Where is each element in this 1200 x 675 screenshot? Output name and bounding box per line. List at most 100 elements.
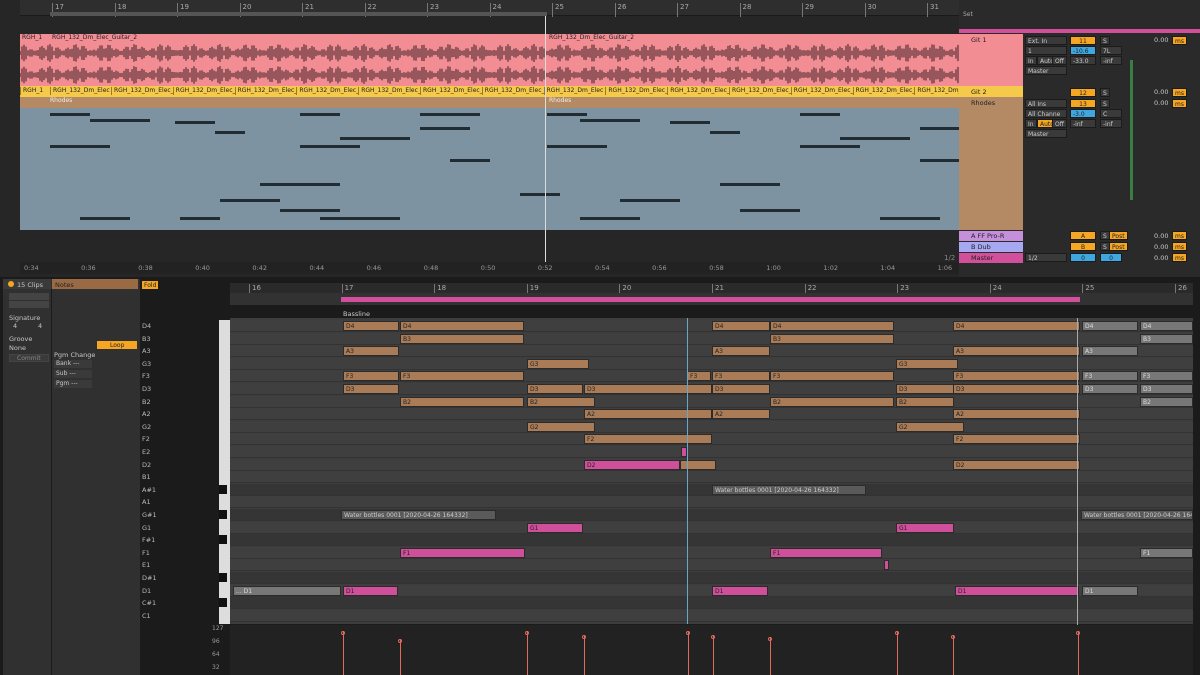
midi-note[interactable]: Water bottles 0001 [2020-04-26 164332] <box>712 484 866 495</box>
key-row[interactable] <box>230 357 1193 370</box>
midi-note[interactable]: D3 <box>1082 384 1138 394</box>
velocity-bar[interactable] <box>584 635 585 675</box>
solo-button[interactable]: S <box>1100 36 1110 45</box>
midi-note[interactable]: G1 <box>896 522 954 533</box>
velocity-handle[interactable] <box>525 631 529 635</box>
key-row[interactable] <box>230 420 1193 433</box>
midi-note[interactable]: D1 <box>343 585 398 596</box>
velocity-handle[interactable] <box>582 635 586 639</box>
clip-name[interactable]: RGH_132_Dm_Elec_Gu <box>852 87 914 95</box>
bank-field[interactable]: Bank --- <box>54 360 92 368</box>
track-header-rhodes[interactable] <box>959 97 1023 230</box>
clip-name[interactable]: RGH_132_Dm_Elec_G <box>234 87 296 95</box>
midi-note[interactable]: Water bottles 0001 [2020-04-26 164332] <box>341 510 496 520</box>
solo-button[interactable]: S <box>1100 88 1110 97</box>
monitor-off[interactable]: Off <box>1052 56 1067 65</box>
clip-name[interactable]: RGH_132_Dm_Elec_G <box>420 87 482 95</box>
input-channel-select[interactable]: All Channe <box>1025 109 1067 118</box>
clip-name[interactable]: RGH_132_Dm_Elec_Gu <box>481 87 544 95</box>
velocity-handle[interactable] <box>686 631 690 635</box>
clip-name[interactable]: RGH_132_Dm_Elec <box>50 87 111 95</box>
send-a-field[interactable]: -33.0 <box>1070 56 1096 65</box>
midi-note[interactable]: F3 <box>953 371 1080 382</box>
midi-note[interactable]: A3 <box>343 346 399 357</box>
clip-name[interactable]: Rhodes <box>547 97 959 105</box>
key-row[interactable] <box>230 496 1193 509</box>
solo-button[interactable]: S <box>1100 99 1110 108</box>
black-key[interactable] <box>219 510 227 519</box>
loop-region[interactable] <box>341 297 1080 302</box>
groove-select[interactable]: None <box>9 344 26 352</box>
volume-field[interactable]: -3.0 <box>1070 109 1096 118</box>
clip-color-select[interactable] <box>9 301 49 308</box>
velocity-handle[interactable] <box>398 639 402 643</box>
midi-note[interactable]: D1 <box>712 585 768 596</box>
track-number[interactable]: 12 <box>1070 88 1096 97</box>
midi-note[interactable]: F1 <box>770 547 882 558</box>
midi-note[interactable]: A2 <box>712 409 770 420</box>
midi-note[interactable]: F3 <box>687 371 711 382</box>
velocity-bar[interactable] <box>527 631 528 675</box>
midi-note[interactable]: ... D1 <box>233 585 341 596</box>
master-out[interactable]: 0 <box>1100 253 1122 262</box>
midi-note[interactable] <box>680 459 716 470</box>
send-b-field[interactable]: -inf <box>1100 56 1122 65</box>
key-row[interactable] <box>230 572 1193 584</box>
midi-note[interactable]: D2 <box>584 459 680 470</box>
pgm-field[interactable]: Pgm --- <box>54 380 92 388</box>
delay-unit[interactable]: ms <box>1172 242 1187 251</box>
sub-field[interactable]: Sub --- <box>54 370 92 378</box>
midi-note[interactable]: G3 <box>527 358 589 369</box>
clip-name-field[interactable] <box>9 293 49 300</box>
midi-note[interactable]: F2 <box>584 434 712 445</box>
input-channel-select[interactable]: 1 <box>1025 46 1067 55</box>
midi-note[interactable]: D3 <box>527 384 583 394</box>
track-delay[interactable]: 0.00 <box>1154 243 1168 251</box>
clip-activator-icon[interactable] <box>8 281 14 287</box>
track-number[interactable]: 11 <box>1070 36 1096 45</box>
midi-note[interactable]: D2 <box>953 459 1080 470</box>
key-row[interactable] <box>230 546 1193 559</box>
send-a-field[interactable]: -inf <box>1070 119 1096 128</box>
velocity-handle[interactable] <box>768 637 772 641</box>
midi-note[interactable]: D3 <box>953 384 1080 394</box>
midi-note[interactable]: F3 <box>400 371 524 382</box>
track-number[interactable]: 13 <box>1070 99 1096 108</box>
track-git1-lane[interactable]: RGH_1 RGH_132_Dm_Elec_Guitar_2 RGH_132_D… <box>20 34 959 86</box>
midi-note[interactable]: D1 <box>1082 585 1138 596</box>
midi-note[interactable]: D4 <box>1082 321 1138 331</box>
clip-name[interactable]: RGH_132_Dm_Elec_Guitar_2 <box>50 34 547 42</box>
track-name-rhodes[interactable]: Rhodes <box>959 98 1023 108</box>
clip-name[interactable]: RGH_1 <box>20 34 50 42</box>
clip-name[interactable]: Rhodes <box>48 97 518 105</box>
midi-note[interactable]: A3 <box>953 346 1080 357</box>
midi-note[interactable]: F1 <box>400 547 525 558</box>
return-a-name[interactable]: A FF Pro-R <box>959 231 1023 241</box>
velocity-editor[interactable]: 127 96 64 32 <box>212 625 1193 675</box>
master-name[interactable]: Master <box>959 253 1023 263</box>
velocity-handle[interactable] <box>895 631 899 635</box>
track-delay[interactable]: 0.00 <box>1154 99 1168 107</box>
monitor-off[interactable]: Off <box>1052 119 1067 128</box>
key-row[interactable] <box>230 332 1193 345</box>
master-channel-select[interactable]: 1/2 <box>1025 253 1067 262</box>
midi-note[interactable]: A3 <box>1082 346 1138 357</box>
black-key[interactable] <box>219 598 227 608</box>
midi-note[interactable]: G1 <box>527 522 583 533</box>
velocity-handle[interactable] <box>951 635 955 639</box>
velocity-handle[interactable] <box>711 635 715 639</box>
midi-note[interactable]: D4 <box>770 321 894 331</box>
midi-note[interactable]: D4 <box>953 321 1080 331</box>
piano-roll-grid[interactable] <box>230 318 1193 624</box>
clip-name[interactable]: RGH_132_Dm_Elec_G <box>667 87 729 95</box>
midi-note[interactable]: D3 <box>1140 384 1193 394</box>
midi-note[interactable]: D3 <box>712 384 770 394</box>
midi-note[interactable]: F1 <box>1140 547 1193 558</box>
midi-note[interactable]: A2 <box>584 409 712 420</box>
clip-bar-ruler[interactable]: 16 17 18 19 20 21 22 23 24 25 26 <box>230 283 1193 298</box>
sig-numerator[interactable]: 4 <box>13 322 17 330</box>
midi-note[interactable]: B2 <box>896 396 954 407</box>
midi-note[interactable]: D4 <box>343 321 399 331</box>
midi-note[interactable]: D1 <box>955 585 1079 596</box>
midi-note[interactable]: G2 <box>527 421 595 432</box>
